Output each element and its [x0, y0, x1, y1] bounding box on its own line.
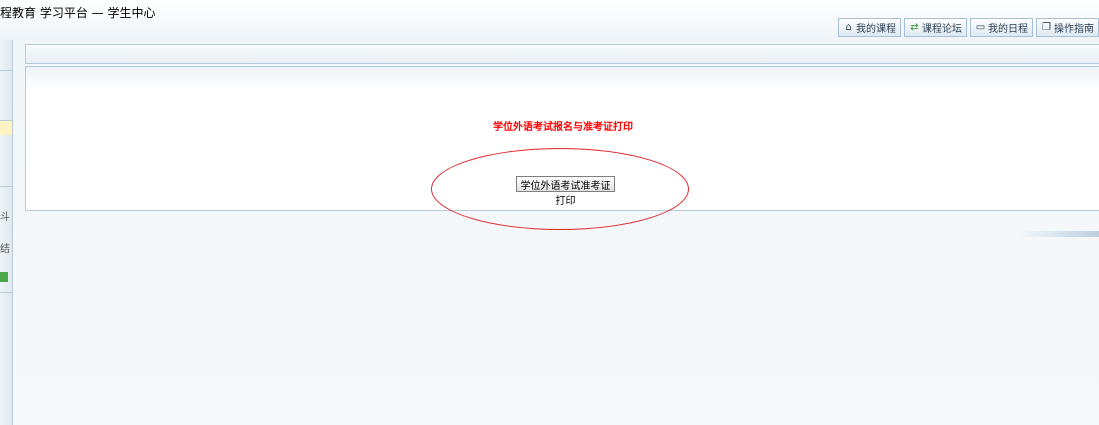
course-forum-label: 课程论坛	[922, 24, 962, 35]
my-courses-button[interactable]: ⌂ 我的课程	[838, 18, 901, 37]
home-icon: ⌂	[845, 22, 852, 33]
panel-header	[26, 67, 1099, 89]
course-forum-button[interactable]: ⇄ 课程论坛	[904, 18, 967, 37]
my-schedule-button[interactable]: ▭ 我的日程	[970, 18, 1033, 37]
panel-shadow	[1020, 231, 1099, 237]
top-toolbar: ⌂ 我的课程 ⇄ 课程论坛 ▭ 我的日程 ❐ 操作指南	[838, 18, 1099, 37]
app-title: 程教育 学习平台 — 学生中心	[0, 6, 156, 20]
green-icon[interactable]	[0, 272, 8, 282]
guide-icon: ❐	[1042, 22, 1051, 33]
sidebar-section	[0, 292, 12, 333]
forum-icon: ⇄	[910, 22, 919, 33]
operation-guide-label: 操作指南	[1054, 24, 1094, 35]
content-header-bar	[25, 44, 1099, 64]
highlight-ellipse	[431, 148, 689, 230]
sidebar-item-label[interactable]: 斗	[0, 208, 10, 223]
my-schedule-label: 我的日程	[988, 24, 1028, 35]
left-sidebar: 斗 结	[0, 40, 13, 425]
my-courses-label: 我的课程	[856, 24, 896, 35]
page-title: 学位外语考试报名与准考证打印	[493, 122, 633, 133]
header-bar: 程教育 学习平台 — 学生中心 ⌂ 我的课程 ⇄ 课程论坛 ▭ 我的日程 ❐ 操…	[0, 0, 1099, 40]
sidebar-item-label[interactable]: 结	[0, 240, 10, 255]
operation-guide-button[interactable]: ❐ 操作指南	[1036, 18, 1099, 37]
calendar-icon: ▭	[975, 22, 986, 33]
sidebar-active-item[interactable]	[0, 120, 12, 135]
sidebar-section	[0, 70, 12, 111]
main-content: 学位外语考试报名与准考证打印 学位外语考试准考证打印	[13, 40, 1099, 425]
